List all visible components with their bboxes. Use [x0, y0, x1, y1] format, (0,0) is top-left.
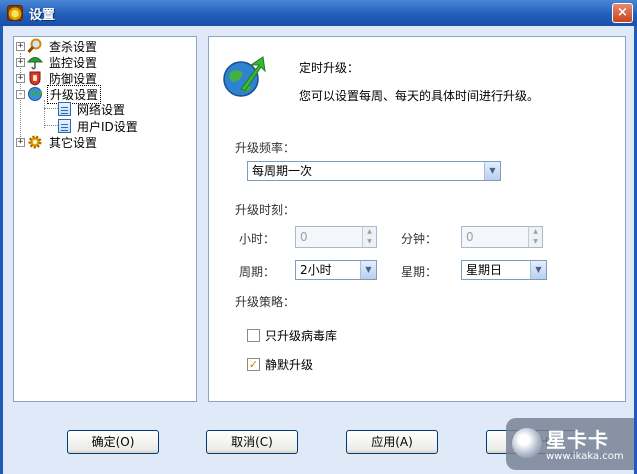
umbrella-icon: [27, 57, 43, 70]
frequency-value: 每周期一次: [252, 164, 313, 178]
frequency-label: 升级频率：: [235, 141, 296, 155]
chevron-down-icon[interactable]: ▼: [484, 162, 500, 180]
collapse-icon[interactable]: -: [16, 89, 25, 99]
weekday-label: 星期：: [401, 265, 438, 279]
upgrade-description: 您可以设置每周、每天的具体时间进行升级。: [299, 89, 540, 103]
expand-icon[interactable]: +: [16, 73, 25, 83]
upgrade-heading: 定时升级：: [299, 61, 360, 75]
period-value: 2小时: [300, 263, 332, 277]
tree-item-label: 查杀设置: [49, 39, 98, 54]
magnifier-icon: [27, 38, 42, 54]
expand-icon[interactable]: +: [16, 41, 25, 51]
tree-item-label: 监控设置: [49, 55, 98, 70]
hour-label: 小时：: [239, 232, 276, 246]
tree-item-user-id[interactable]: 用户ID设置: [58, 118, 140, 134]
spin-up-icon[interactable]: ▲: [363, 227, 376, 237]
watermark-url: www.ikaka.com: [546, 451, 624, 462]
strategy-label: 升级策略：: [235, 295, 296, 309]
period-label: 周期：: [239, 265, 276, 279]
watermark-text: 星卡卡: [546, 428, 609, 452]
tree-item-network[interactable]: 网络设置: [58, 101, 127, 117]
frequency-select[interactable]: 每周期一次 ▼: [247, 161, 501, 181]
silent-upgrade-label: 静默升级: [265, 358, 314, 372]
app-icon: [7, 5, 23, 21]
weekday-value: 星期日: [466, 263, 503, 277]
tree-item-label: 网络设置: [77, 102, 126, 117]
spin-up-icon[interactable]: ▲: [529, 227, 542, 237]
shield-hand-icon: [29, 71, 41, 86]
silent-upgrade-checkbox[interactable]: ✓: [247, 358, 260, 371]
gear-icon: [28, 135, 42, 149]
minute-label: 分钟：: [401, 232, 438, 246]
tree-connector: [44, 100, 45, 128]
tree-connector: [44, 108, 58, 109]
spin-buttons: ▲ ▼: [362, 227, 376, 247]
hour-value: 0: [300, 230, 308, 244]
tree-item-scan[interactable]: + 查杀设置: [16, 38, 99, 54]
ok-button[interactable]: 确定(O): [67, 430, 159, 454]
tree-item-other[interactable]: + 其它设置: [16, 134, 99, 150]
close-button[interactable]: ×: [612, 3, 633, 23]
chevron-down-icon[interactable]: ▼: [360, 261, 376, 279]
spin-buttons: ▲ ▼: [528, 227, 542, 247]
tree-item-monitor[interactable]: + 监控设置: [16, 54, 99, 70]
settings-tree: + 查杀设置 + 监控设置 + 防御设置 - 升级设置 网络设置 用户ID设置 …: [13, 36, 197, 402]
title-bar: 设置 ×: [0, 0, 637, 26]
globe-arrow-icon: [223, 56, 266, 97]
globe-arrow-icon: [28, 87, 42, 101]
apply-button[interactable]: 应用(A): [346, 430, 438, 454]
minute-value: 0: [466, 230, 474, 244]
spin-down-icon[interactable]: ▼: [529, 237, 542, 247]
document-icon: [58, 102, 71, 116]
minute-spinbox[interactable]: 0 ▲ ▼: [461, 226, 543, 248]
expand-icon[interactable]: +: [16, 137, 25, 147]
spin-down-icon[interactable]: ▼: [363, 237, 376, 247]
only-virus-db-label: 只升级病毒库: [265, 329, 338, 343]
watermark-logo-icon: [512, 428, 542, 458]
only-virus-db-checkbox[interactable]: [247, 329, 260, 342]
chevron-down-icon[interactable]: ▼: [530, 261, 546, 279]
window-title: 设置: [29, 7, 56, 23]
weekday-select[interactable]: 星期日 ▼: [461, 260, 547, 280]
tree-item-label: 用户ID设置: [77, 119, 138, 134]
period-select[interactable]: 2小时 ▼: [295, 260, 377, 280]
hour-spinbox[interactable]: 0 ▲ ▼: [295, 226, 377, 248]
tree-connector: [44, 125, 58, 126]
cancel-button[interactable]: 取消(C): [206, 430, 298, 454]
document-icon: [58, 119, 71, 133]
time-label: 升级时刻：: [235, 203, 296, 217]
close-icon: ×: [617, 5, 628, 20]
tree-item-label: 其它设置: [49, 135, 98, 150]
watermark: 星卡卡 www.ikaka.com: [506, 418, 634, 470]
expand-icon[interactable]: +: [16, 57, 25, 67]
upgrade-settings-panel: 定时升级： 您可以设置每周、每天的具体时间进行升级。 升级频率： 每周期一次 ▼…: [208, 36, 626, 402]
